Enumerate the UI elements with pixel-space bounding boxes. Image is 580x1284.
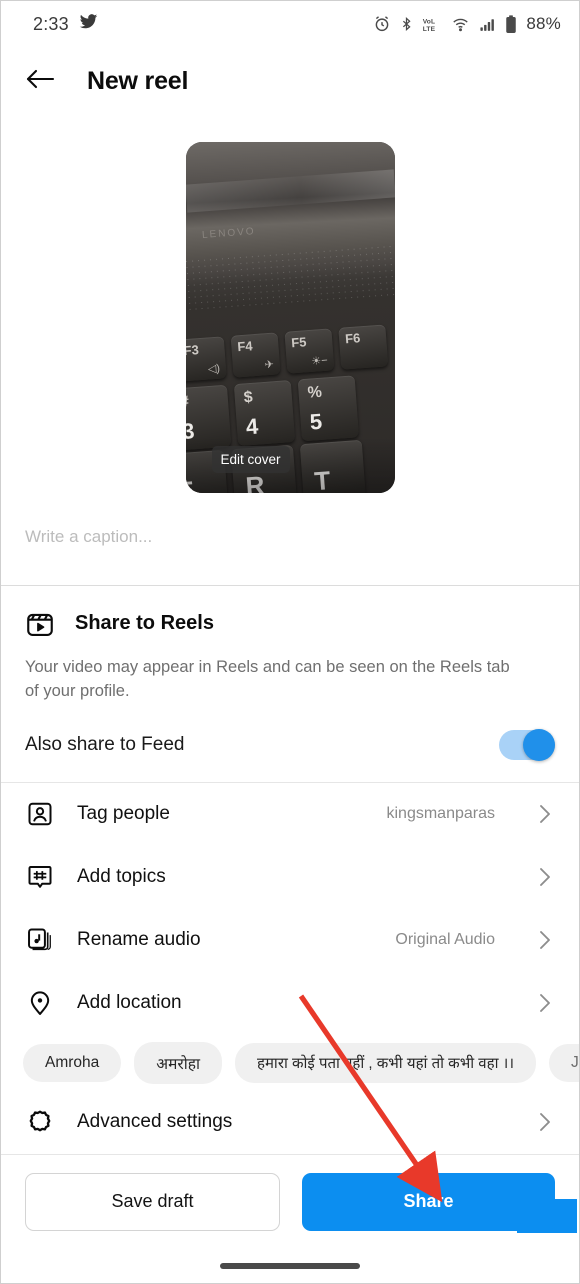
option-row-add-location[interactable]: Add location xyxy=(1,972,579,1035)
share-button-wrapper: Share xyxy=(302,1172,577,1233)
key-f4: F4 ✈ xyxy=(230,332,281,378)
key-f3: F3 ◁) xyxy=(185,336,227,382)
option-row-advanced-settings[interactable]: Advanced settings xyxy=(1,1091,579,1154)
twitter-bird-icon xyxy=(79,12,98,36)
home-indicator-bar xyxy=(220,1263,360,1269)
key-5-label: 5 xyxy=(308,408,323,435)
share-to-reels-section: Share to Reels Your video may appear in … xyxy=(1,586,579,704)
location-chip[interactable]: Amroha xyxy=(23,1043,122,1082)
audio-note-icon xyxy=(25,925,55,955)
share-to-reels-description: Your video may appear in Reels and can b… xyxy=(25,658,510,700)
location-suggestion-chips[interactable]: Amroha अमरोहा हमारा कोई पता नहीं , कभी य… xyxy=(1,1035,579,1091)
battery-icon xyxy=(505,14,517,34)
chevron-right-icon xyxy=(535,928,555,952)
home-indicator[interactable] xyxy=(1,1263,579,1269)
chevron-right-icon xyxy=(535,991,555,1015)
key-f6-label: F6 xyxy=(344,330,361,347)
svg-text:VoL: VoL xyxy=(423,18,435,25)
video-preview-area: LENOVO F3 ◁) F4 ✈ F5 ☀− F6 # 3 $ 4 % 5 E… xyxy=(1,115,579,493)
option-row-tag-people[interactable]: Tag people kingsmanparas xyxy=(1,783,579,846)
page-title: New reel xyxy=(87,66,189,95)
caption-field[interactable]: Write a caption... xyxy=(1,493,579,585)
also-share-to-feed-label: Also share to Feed xyxy=(25,733,185,755)
key-f3-label: F3 xyxy=(185,342,199,359)
caption-placeholder: Write a caption... xyxy=(25,527,153,546)
option-label-rename-audio: Rename audio xyxy=(77,929,201,951)
phone-screen: 2:33 VoL LTE 88% New reel LENOVO F3 ◁) F… xyxy=(0,0,580,1284)
back-button[interactable] xyxy=(23,64,57,98)
toggle-knob xyxy=(523,728,555,761)
tag-people-icon xyxy=(25,799,55,829)
hashtag-icon xyxy=(25,862,55,892)
key-f5-label: F5 xyxy=(290,334,307,351)
signal-icon xyxy=(478,16,497,33)
bluetooth-icon xyxy=(399,15,414,33)
also-share-to-feed-toggle[interactable] xyxy=(499,728,555,761)
status-bar: 2:33 VoL LTE 88% xyxy=(1,1,579,47)
app-header: New reel xyxy=(1,47,579,115)
key-5-symbol: % xyxy=(306,383,322,402)
key-f6: F6 xyxy=(337,324,388,370)
option-row-rename-audio[interactable]: Rename audio Original Audio xyxy=(1,909,579,972)
bottom-action-bar: Save draft Share xyxy=(1,1155,579,1251)
key-3-symbol: # xyxy=(185,393,190,412)
gear-icon xyxy=(25,1107,55,1137)
key-4-symbol: $ xyxy=(242,388,253,407)
location-pin-icon xyxy=(25,988,55,1018)
key-f4-label: F4 xyxy=(236,338,253,355)
option-label-add-location: Add location xyxy=(77,992,182,1014)
volte-icon: VoL LTE xyxy=(422,15,443,33)
share-button[interactable]: Share xyxy=(302,1172,555,1231)
key-f5: F5 ☀− xyxy=(283,328,334,374)
chevron-right-icon xyxy=(535,1110,555,1134)
wifi-icon xyxy=(451,16,470,33)
option-label-add-topics: Add topics xyxy=(77,866,166,888)
location-chip[interactable]: Jewelle xyxy=(549,1043,579,1082)
save-draft-button[interactable]: Save draft xyxy=(25,1172,280,1231)
reels-icon xyxy=(25,608,55,638)
edit-cover-button[interactable]: Edit cover xyxy=(211,446,290,473)
share-to-reels-title: Share to Reels xyxy=(75,611,214,634)
also-share-to-feed-row[interactable]: Also share to Feed xyxy=(1,704,579,782)
key-5: % 5 xyxy=(297,375,359,442)
chevron-right-icon xyxy=(535,865,555,889)
alarm-icon xyxy=(373,15,391,33)
status-time: 2:33 xyxy=(33,13,69,34)
option-value-tag-people: kingsmanparas xyxy=(386,805,496,823)
location-chip[interactable]: अमरोहा xyxy=(134,1041,222,1084)
location-chip[interactable]: हमारा कोई पता नहीं , कभी यहां तो कभी वहा… xyxy=(235,1042,537,1083)
option-row-add-topics[interactable]: Add topics xyxy=(1,846,579,909)
option-label-tag-people: Tag people xyxy=(77,803,170,825)
chevron-right-icon xyxy=(535,802,555,826)
option-value-rename-audio: Original Audio xyxy=(395,931,495,949)
back-arrow-icon xyxy=(25,67,55,96)
option-label-advanced-settings: Advanced settings xyxy=(77,1111,233,1133)
svg-text:LTE: LTE xyxy=(423,26,436,33)
video-thumbnail[interactable]: LENOVO F3 ◁) F4 ✈ F5 ☀− F6 # 3 $ 4 % 5 E… xyxy=(185,142,395,493)
battery-percent: 88% xyxy=(526,14,561,33)
